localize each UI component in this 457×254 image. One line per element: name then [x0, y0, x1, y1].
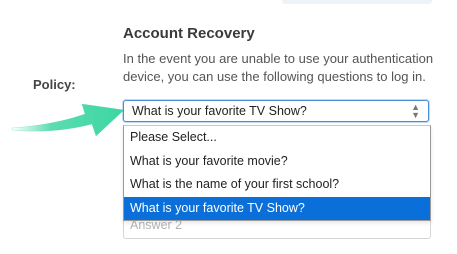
option-favorite-tv-show[interactable]: What is your favorite TV Show? — [124, 196, 430, 220]
option-please-select[interactable]: Please Select... — [124, 126, 430, 150]
select-current-value: What is your favorite TV Show? — [132, 104, 307, 118]
section-title: Account Recovery — [123, 25, 255, 42]
top-panel-edge — [282, 0, 432, 4]
option-first-school[interactable]: What is the name of your first school? — [124, 173, 430, 197]
option-favorite-movie[interactable]: What is your favorite movie? — [124, 150, 430, 174]
up-down-chevron-icon: ▲ ▼ — [411, 102, 420, 120]
security-question-select[interactable]: What is your favorite TV Show? ▲ ▼ — [123, 100, 429, 122]
pointer-arrow-icon — [11, 103, 125, 137]
section-description: In the event you are unable to use your … — [123, 51, 434, 84]
security-question-dropdown: Please Select... What is your favorite m… — [123, 125, 431, 221]
